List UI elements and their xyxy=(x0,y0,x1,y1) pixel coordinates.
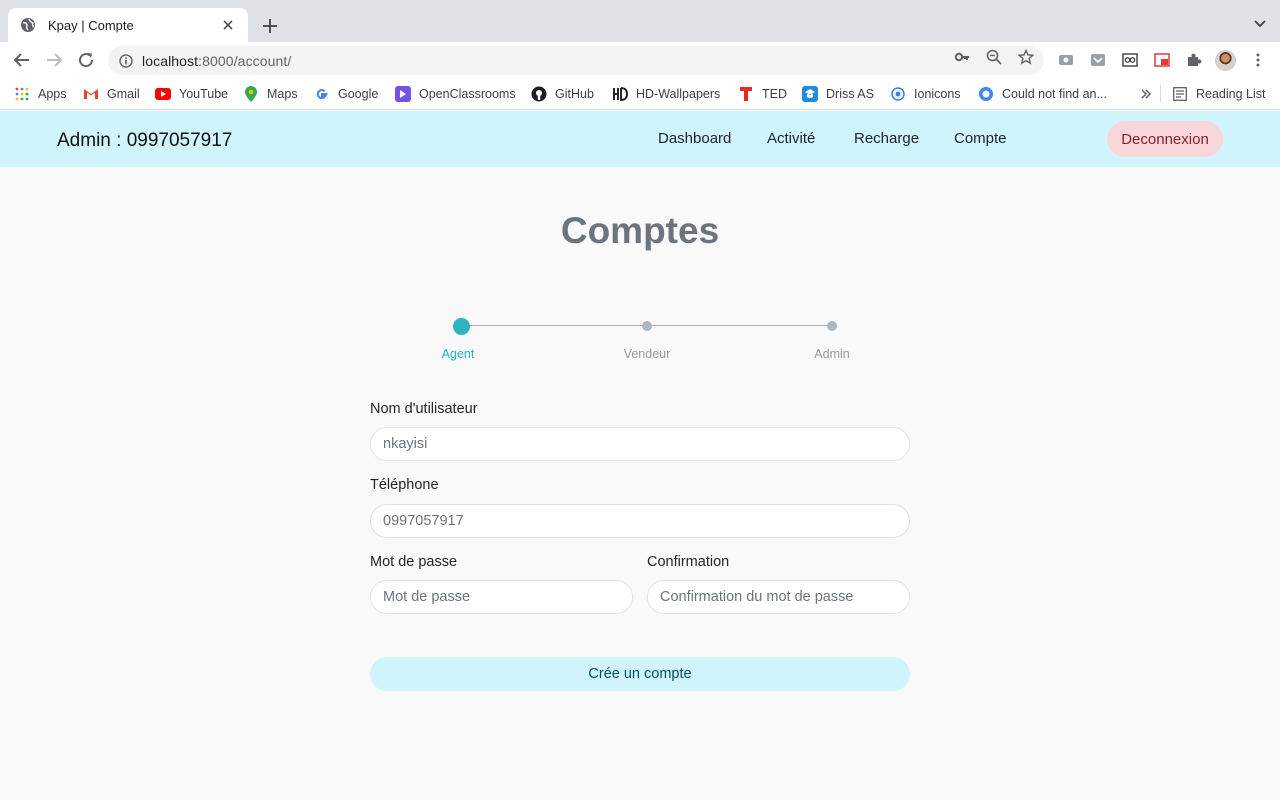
bookmark-label: Ionicons xyxy=(914,87,961,101)
reading-list-icon xyxy=(1172,86,1188,102)
stepper-line xyxy=(647,325,832,326)
bookmark-hd-wallpapers[interactable]: HD-Wallpapers xyxy=(612,85,720,103)
reading-list-label: Reading List xyxy=(1196,87,1266,101)
bookmark-label: GitHub xyxy=(555,87,594,101)
bookmark-label: Google xyxy=(338,87,379,101)
browser-tabstrip: Kpay | Compte xyxy=(0,0,1280,42)
logout-button[interactable]: Deconnexion xyxy=(1107,121,1223,157)
bookmark-github[interactable]: GitHub xyxy=(531,85,594,103)
youtube-icon xyxy=(155,86,171,102)
bookmark-label: TED xyxy=(762,87,787,101)
password-label: Mot de passe xyxy=(370,554,458,570)
zoom-icon[interactable] xyxy=(986,49,1002,65)
phone-input[interactable] xyxy=(370,504,910,538)
profile-avatar[interactable] xyxy=(1215,50,1236,71)
info-icon[interactable] xyxy=(119,53,133,68)
bookmark-label: Maps xyxy=(267,87,298,101)
bookmark-driss-as[interactable]: Driss AS xyxy=(802,85,874,103)
url-host: localhost xyxy=(142,52,199,69)
openclassrooms-icon xyxy=(395,86,411,102)
nav-link-dashboard[interactable]: Dashboard xyxy=(658,130,731,147)
bookmark-label: Apps xyxy=(38,87,67,101)
step-dot-agent[interactable] xyxy=(453,318,470,335)
step-label-agent[interactable]: Agent xyxy=(418,347,498,361)
url-path: :8000/account/ xyxy=(198,52,292,69)
more-vertical-icon[interactable] xyxy=(1250,52,1266,68)
bookmark-ted[interactable]: TED xyxy=(738,85,787,103)
bookmark-label: YouTube xyxy=(179,87,229,101)
bookmarks-bar: Apps Gmail YouTube Maps Google OpenClass… xyxy=(0,78,1280,110)
bookmark-maps[interactable]: Maps xyxy=(243,85,298,103)
create-account-button[interactable]: Crée un compte xyxy=(370,657,910,691)
ted-icon xyxy=(738,86,754,102)
bookmark-gmail[interactable]: Gmail xyxy=(83,85,140,103)
globe-icon xyxy=(20,17,36,33)
github-icon xyxy=(531,86,547,102)
extension-pip-icon[interactable] xyxy=(1154,52,1170,68)
google-icon xyxy=(314,86,330,102)
app-navbar: Admin : 0997057917 Dashboard Activité Re… xyxy=(0,111,1280,167)
nav-link-activite[interactable]: Activité xyxy=(767,130,815,147)
bookmark-label: Driss AS xyxy=(826,87,874,101)
reload-icon[interactable] xyxy=(76,50,96,70)
chevron-down-icon[interactable] xyxy=(1252,15,1268,31)
bookmark-youtube[interactable]: YouTube xyxy=(155,85,228,103)
bookmark-label: Could not find an... xyxy=(1002,87,1107,101)
step-label-admin[interactable]: Admin xyxy=(792,347,872,361)
page-title: Comptes xyxy=(560,210,720,251)
confirm-password-label: Confirmation xyxy=(647,554,730,570)
step-dot-admin[interactable] xyxy=(827,321,837,331)
address-bar[interactable]: localhost:8000/account/ xyxy=(108,46,1044,75)
username-input[interactable] xyxy=(370,427,910,461)
close-tab-icon[interactable] xyxy=(220,17,236,33)
hd-wallpapers-icon xyxy=(612,86,628,102)
password-input[interactable] xyxy=(370,580,633,614)
username-label: Nom d'utilisateur xyxy=(370,401,478,417)
extension-camera-icon[interactable] xyxy=(1058,52,1074,68)
nav-link-recharge[interactable]: Recharge xyxy=(854,130,919,147)
key-icon[interactable] xyxy=(954,49,970,65)
nav-link-compte[interactable]: Compte xyxy=(954,130,1007,147)
bookmark-label: HD-Wallpapers xyxy=(636,87,721,101)
confirm-password-input[interactable] xyxy=(647,580,910,614)
step-dot-vendeur[interactable] xyxy=(642,321,652,331)
forward-arrow-icon[interactable] xyxy=(44,50,64,70)
bookmark-ionicons[interactable]: Ionicons xyxy=(890,85,961,103)
gmail-icon xyxy=(83,86,99,102)
step-label-vendeur[interactable]: Vendeur xyxy=(607,347,687,361)
stepper-line xyxy=(462,325,647,326)
back-arrow-icon[interactable] xyxy=(12,50,32,70)
bookmark-could-not-find[interactable]: Could not find an... xyxy=(978,85,1107,103)
puzzle-icon[interactable] xyxy=(1186,52,1202,68)
reading-list[interactable]: Reading List xyxy=(1172,85,1266,103)
tab-title: Kpay | Compte xyxy=(48,17,134,33)
bookmark-apps[interactable]: Apps xyxy=(14,85,67,103)
bookmark-label: OpenClassrooms xyxy=(419,87,516,101)
bookmarks-divider xyxy=(1160,85,1161,103)
browser-toolbar: localhost:8000/account/ xyxy=(0,42,1280,78)
url-text: localhost:8000/account/ xyxy=(142,53,291,69)
apps-grid-icon xyxy=(14,86,30,102)
phone-label: Téléphone xyxy=(370,477,439,493)
browser-tab[interactable]: Kpay | Compte xyxy=(8,8,248,42)
ionicons-icon xyxy=(890,86,906,102)
driss-as-icon xyxy=(802,86,818,102)
extension-pocket-icon[interactable] xyxy=(1090,52,1106,68)
bookmark-openclassrooms[interactable]: OpenClassrooms xyxy=(395,85,516,103)
star-icon[interactable] xyxy=(1018,49,1034,65)
navbar-brand[interactable]: Admin : 0997057917 xyxy=(57,130,232,152)
bookmark-google[interactable]: Google xyxy=(314,85,378,103)
maps-icon xyxy=(243,86,259,102)
extension-reader-icon[interactable] xyxy=(1122,52,1138,68)
bookmarks-overflow-icon[interactable] xyxy=(1140,85,1152,103)
bookmark-label: Gmail xyxy=(107,87,140,101)
webpage-icon xyxy=(978,86,994,102)
new-tab-icon[interactable] xyxy=(259,15,281,37)
